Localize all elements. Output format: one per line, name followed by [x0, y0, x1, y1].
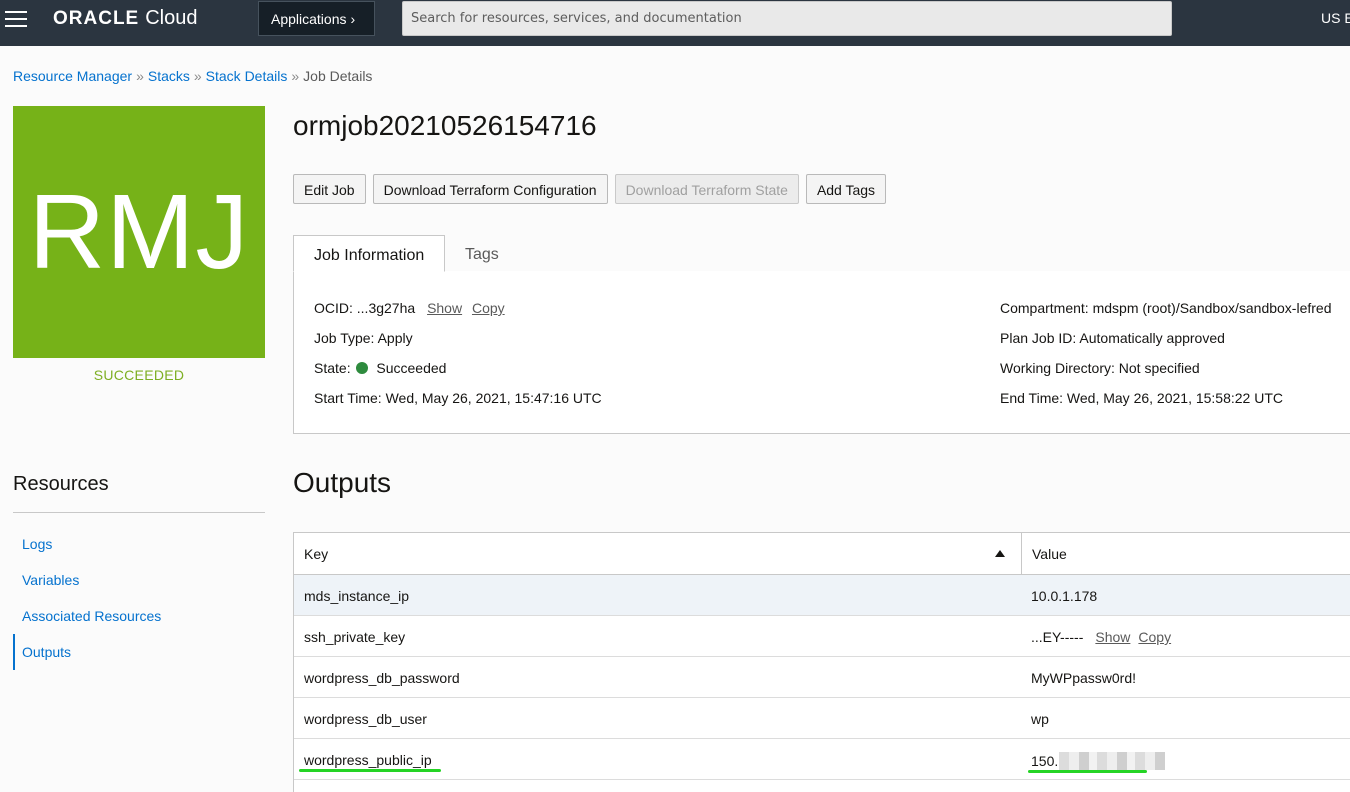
- state-label: State:: [314, 360, 351, 376]
- logo-product: Cloud: [145, 7, 198, 29]
- working-directory-label: Working Directory:: [1000, 360, 1115, 376]
- ocid-show-link[interactable]: Show: [427, 300, 462, 316]
- resources-item-logs[interactable]: Logs: [13, 526, 265, 562]
- state-success-icon: [356, 362, 369, 374]
- logo-brand: ORACLE: [53, 8, 140, 29]
- highlight-underline: [299, 769, 441, 772]
- breadcrumb-current: Job Details: [303, 68, 373, 84]
- highlight-underline: [1028, 770, 1147, 773]
- output-value: wp: [1031, 711, 1049, 727]
- output-value: 10.0.1.178: [1031, 588, 1098, 604]
- end-time-label: End Time:: [1000, 390, 1064, 406]
- output-value: 150.: [1031, 753, 1059, 769]
- output-key: wordpress_public_ip: [304, 752, 432, 768]
- resources-item-associated-resources[interactable]: Associated Resources: [13, 598, 265, 634]
- ocid-value: ...3g27ha: [356, 300, 416, 316]
- table-row: wordpress_public_ip 150.: [294, 739, 1350, 780]
- plan-job-value: Automatically approved: [1079, 330, 1225, 346]
- job-information-panel: OCID: ...3g27ha Show Copy Job Type: Appl…: [293, 271, 1350, 434]
- search-input[interactable]: [402, 1, 1172, 36]
- breadcrumb-separator: »: [291, 68, 300, 84]
- job-type-row: Job Type: Apply: [314, 330, 413, 346]
- resources-item-outputs[interactable]: Outputs: [13, 634, 265, 670]
- breadcrumb: Resource Manager» Stacks» Stack Details» Jo…: [13, 68, 372, 84]
- output-value-cell: 150.: [1031, 752, 1166, 770]
- column-divider: [1021, 533, 1022, 575]
- output-value-cell: ...EY----- Show Copy: [1031, 629, 1171, 645]
- start-time-value: Wed, May 26, 2021, 15:47:16 UTC: [385, 390, 602, 406]
- output-key: mds_instance_ip: [304, 588, 410, 604]
- ssh-key-copy-link[interactable]: Copy: [1138, 629, 1171, 645]
- ocid-row: OCID: ...3g27ha Show Copy: [314, 300, 505, 316]
- plan-job-row: Plan Job ID: Automatically approved: [1000, 330, 1225, 346]
- start-time-label: Start Time:: [314, 390, 382, 406]
- breadcrumb-separator: »: [136, 68, 144, 84]
- sort-ascending-icon[interactable]: [995, 550, 1005, 557]
- oracle-cloud-logo[interactable]: ORACLE Cloud: [53, 7, 198, 31]
- breadcrumb-separator: »: [193, 68, 202, 84]
- breadcrumb-resource-manager[interactable]: Resource Manager: [13, 68, 132, 84]
- compartment-value[interactable]: mdspm (root)/Sandbox/sandbox-lefred: [1093, 300, 1332, 316]
- outputs-table: Key Value mds_instance_ip 10.0.1.178 ssh…: [293, 532, 1350, 792]
- add-tags-button[interactable]: Add Tags: [805, 174, 887, 204]
- compartment-row: Compartment: mdspm (root)/Sandbox/sandbo…: [1000, 300, 1332, 316]
- output-key: ssh_private_key: [304, 629, 406, 645]
- end-time-value: Wed, May 26, 2021, 15:58:22 UTC: [1066, 390, 1284, 406]
- menu-icon[interactable]: [5, 9, 29, 29]
- output-key: wordpress_db_user: [304, 711, 427, 727]
- page-title: ormjob20210526154716: [293, 110, 597, 141]
- compartment-label: Compartment:: [1000, 300, 1089, 316]
- start-time-row: Start Time: Wed, May 26, 2021, 15:47:16 …: [314, 390, 602, 406]
- resources-item-variables[interactable]: Variables: [13, 562, 265, 598]
- table-row: ssh_private_key ...EY----- Show Copy: [294, 616, 1350, 657]
- table-header: Key Value: [294, 533, 1350, 575]
- tab-tags[interactable]: Tags: [465, 235, 499, 272]
- edit-job-button[interactable]: Edit Job: [293, 174, 366, 204]
- resources-divider: [13, 512, 265, 513]
- download-terraform-configuration-button[interactable]: Download Terraform Configuration: [372, 174, 608, 204]
- outputs-heading: Outputs: [293, 467, 392, 498]
- download-terraform-state-button[interactable]: Download Terraform State: [614, 174, 799, 204]
- output-value: MyWPpassw0rd!: [1031, 670, 1137, 686]
- job-badge: RMJ: [13, 106, 265, 358]
- working-directory-row: Working Directory: Not specified: [1000, 360, 1200, 376]
- action-toolbar: Edit Job Download Terraform Configuratio…: [293, 174, 887, 204]
- state-row: State: Succeeded: [314, 360, 446, 376]
- region-selector[interactable]: US E: [1321, 10, 1350, 26]
- job-type-value: Apply: [377, 330, 413, 346]
- redacted-ip-blur: [1059, 752, 1166, 770]
- job-type-label: Job Type:: [314, 330, 375, 346]
- breadcrumb-stacks[interactable]: Stacks: [148, 68, 190, 84]
- output-value: ...EY-----: [1031, 629, 1084, 645]
- job-status-label: SUCCEEDED: [93, 367, 185, 383]
- chevron-right-icon: ›: [350, 11, 356, 27]
- working-directory-value: Not specified: [1118, 360, 1200, 376]
- table-row: wordpress_db_password MyWPpassw0rd!: [294, 657, 1350, 698]
- end-time-row: End Time: Wed, May 26, 2021, 15:58:22 UT…: [1000, 390, 1283, 406]
- plan-job-label: Plan Job ID:: [1000, 330, 1077, 346]
- table-row: mds_instance_ip 10.0.1.178: [294, 575, 1350, 616]
- breadcrumb-stack-details[interactable]: Stack Details: [206, 68, 288, 84]
- output-key: wordpress_db_password: [304, 670, 460, 686]
- table-row: wordpress_db_user wp: [294, 698, 1350, 739]
- ocid-label: OCID:: [314, 300, 353, 316]
- ssh-key-show-link[interactable]: Show: [1095, 629, 1130, 645]
- column-header-key[interactable]: Key: [304, 546, 328, 562]
- applications-button[interactable]: Applications ›: [258, 1, 375, 36]
- applications-label: Applications: [271, 11, 347, 27]
- top-navigation-bar: ORACLECloud Applications› US E: [0, 0, 1350, 46]
- ocid-copy-link[interactable]: Copy: [472, 300, 505, 316]
- resources-nav: Logs Variables Associated Resources Outp…: [13, 526, 265, 670]
- state-value: Succeeded: [376, 360, 447, 376]
- resources-heading: Resources: [13, 473, 109, 495]
- tab-job-information[interactable]: Job Information: [293, 235, 445, 272]
- column-header-value[interactable]: Value: [1032, 546, 1067, 562]
